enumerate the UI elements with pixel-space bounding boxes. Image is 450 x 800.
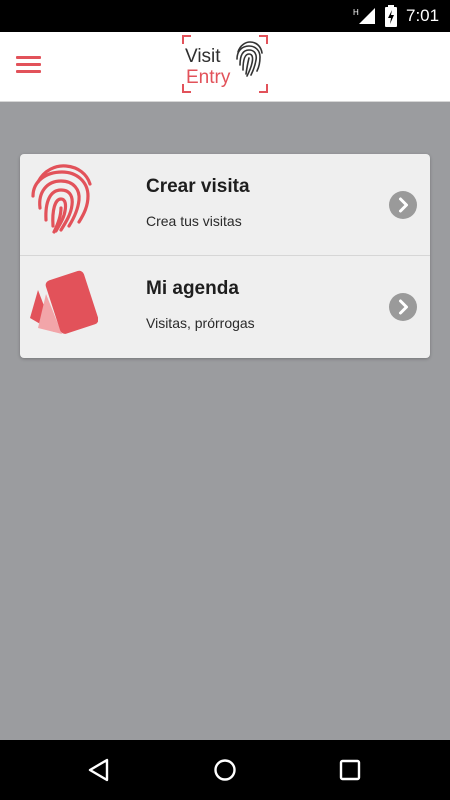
hamburger-menu-icon[interactable] — [12, 49, 46, 79]
svg-text:H: H — [353, 8, 359, 17]
chevron-right-circle-icon[interactable] — [389, 293, 417, 321]
logo-word-visit: Visit — [185, 46, 221, 67]
home-circle-icon[interactable] — [210, 755, 240, 785]
back-triangle-icon[interactable] — [84, 755, 114, 785]
menu-item-mi-agenda[interactable]: Mi agenda Visitas, prórrogas — [20, 255, 430, 356]
chevron-right-circle-icon[interactable] — [389, 191, 417, 219]
app-bar: Visit Entry — [0, 32, 450, 102]
menu-item-title: Mi agenda — [146, 278, 239, 299]
navigation-bar — [0, 740, 450, 800]
battery-charging-icon — [385, 5, 397, 27]
menu-item-subtitle: Crea tus visitas — [146, 213, 242, 229]
no-sim-signal-icon: H — [353, 8, 375, 24]
menu-item-subtitle: Visitas, prórrogas — [146, 315, 255, 331]
status-time: 7:01 — [406, 6, 440, 25]
menu-item-title: Crear visita — [146, 176, 250, 197]
agenda-cards-icon — [30, 270, 98, 334]
recents-square-icon[interactable] — [335, 755, 365, 785]
visit-entry-logo: Visit Entry — [182, 35, 268, 93]
menu-item-crear-visita[interactable]: Crear visita Crea tus visitas — [20, 154, 430, 255]
fingerprint-icon — [236, 41, 263, 77]
fingerprint-icon — [31, 164, 92, 234]
logo-word-entry: Entry — [186, 67, 231, 88]
status-bar: H 7:01 — [0, 0, 450, 32]
menu-card: Crear visita Crea tus visitas Mi agenda … — [20, 154, 430, 358]
